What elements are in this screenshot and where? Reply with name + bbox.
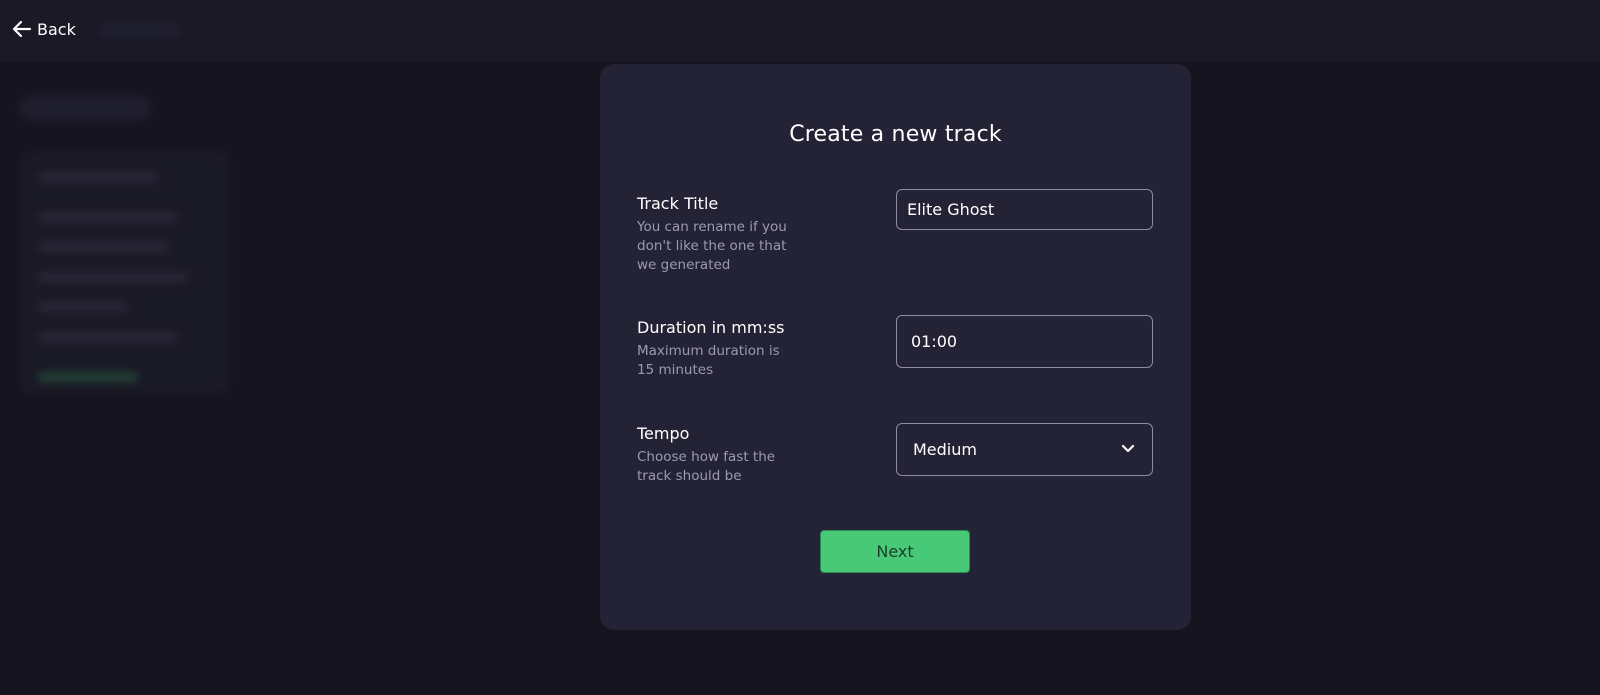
back-button[interactable]: Back — [11, 18, 76, 40]
create-track-modal: Create a new track Track Title You can r… — [600, 64, 1191, 630]
chevron-down-icon — [1120, 440, 1136, 460]
blurred-user-row — [20, 96, 150, 120]
duration-input[interactable] — [896, 315, 1153, 368]
blurred-brand — [100, 22, 180, 38]
modal-title: Create a new track — [789, 122, 1002, 147]
blurred-line — [38, 242, 168, 252]
duration-help: Maximum duration is 15 minutes — [637, 343, 780, 378]
track-title-help: You can rename if you don't like the one… — [637, 219, 787, 273]
blurred-line — [38, 212, 178, 222]
blurred-line — [38, 302, 128, 312]
tempo-help: Choose how fast the track should be — [637, 449, 776, 484]
blurred-line — [38, 172, 158, 182]
tempo-label: Tempo — [637, 424, 690, 443]
duration-label: Duration in mm:ss — [637, 318, 785, 337]
next-button[interactable]: Next — [820, 530, 970, 573]
blurred-line — [38, 372, 138, 382]
tempo-select[interactable]: Medium — [896, 423, 1153, 476]
top-bar: Back — [0, 0, 1600, 62]
tempo-select-value: Medium — [913, 440, 977, 459]
arrow-left-icon — [11, 18, 33, 40]
blurred-line — [38, 272, 188, 282]
track-title-input[interactable] — [896, 189, 1153, 230]
blurred-sidebar — [14, 90, 234, 410]
track-title-label: Track Title — [637, 194, 719, 213]
blurred-line — [38, 332, 178, 342]
back-label: Back — [37, 19, 76, 39]
